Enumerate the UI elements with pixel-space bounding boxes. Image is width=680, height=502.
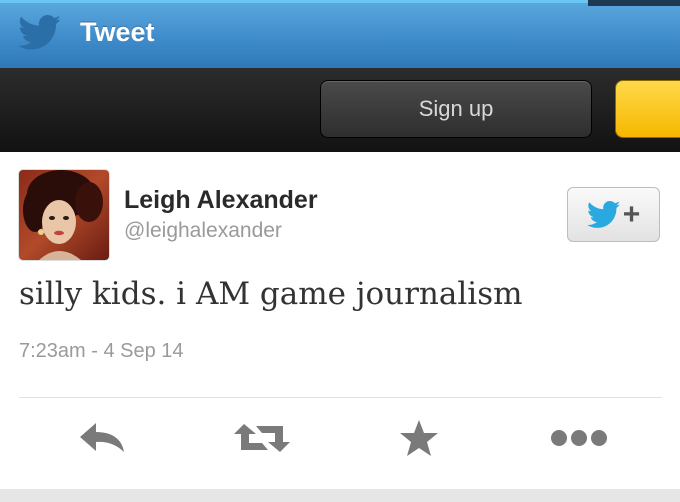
- action-toolbar: Sign up: [0, 68, 680, 152]
- divider: [19, 397, 662, 398]
- favorite-button[interactable]: [391, 416, 447, 460]
- header-corner-accent: [588, 0, 680, 6]
- reply-button[interactable]: [74, 416, 130, 460]
- twitter-bird-follow-icon: [586, 200, 620, 228]
- author-handle[interactable]: @leighalexander: [124, 219, 282, 243]
- page-title: Tweet: [80, 17, 155, 47]
- follow-plus-sign: +: [622, 197, 641, 231]
- sign-up-button[interactable]: Sign up: [320, 80, 592, 138]
- tweet-timestamp[interactable]: 7:23am - 4 Sep 14: [19, 340, 184, 363]
- avatar-image: [19, 170, 109, 260]
- favorite-star-icon: [400, 420, 438, 456]
- retweet-icon: [234, 424, 290, 452]
- reply-icon: [80, 423, 124, 452]
- follow-button[interactable]: +: [567, 187, 660, 242]
- bottom-strip: [0, 489, 680, 502]
- avatar[interactable]: [19, 170, 109, 260]
- more-options-button[interactable]: [549, 416, 609, 460]
- app-header: Tweet: [0, 0, 680, 68]
- log-in-button[interactable]: [615, 80, 680, 138]
- retweet-button[interactable]: [234, 416, 290, 460]
- twitter-bird-icon[interactable]: [18, 15, 62, 51]
- tweet-text: silly kids. i AM game journalism: [19, 276, 523, 312]
- more-options-icon: [551, 430, 607, 446]
- author-name[interactable]: Leigh Alexander: [124, 186, 318, 215]
